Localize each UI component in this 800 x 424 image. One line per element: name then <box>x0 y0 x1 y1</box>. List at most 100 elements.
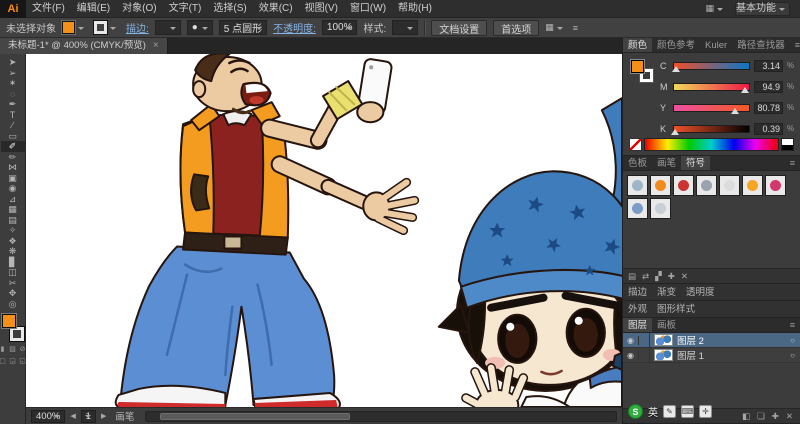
panel-tab[interactable]: 描边 <box>623 284 652 300</box>
document-tab[interactable]: 未标题-1* @ 400% (CMYK/预览) × <box>0 38 168 54</box>
control-menu-icon[interactable]: ≡ <box>573 23 578 33</box>
layer-target-icon[interactable]: ○ <box>785 351 800 360</box>
ime-toolbox-icon[interactable]: ✛ <box>699 405 712 418</box>
panel-tab[interactable]: 透明度 <box>681 284 720 300</box>
ime-logo-icon[interactable]: S <box>628 404 643 419</box>
panel-tab[interactable]: 画笔 <box>652 156 681 170</box>
panel-tab[interactable]: 图形样式 <box>652 301 700 317</box>
layer-row-2[interactable]: ◉ 图层 2 ○ <box>623 333 800 348</box>
selection-tool[interactable]: ➤ <box>1 57 25 68</box>
symbol-thumbnail[interactable] <box>673 175 694 196</box>
symbol-thumbnail[interactable] <box>742 175 763 196</box>
gradient-mode-icon[interactable]: ▨ <box>9 345 16 353</box>
visibility-eye-icon[interactable]: ◉ <box>623 335 639 345</box>
magenta-value-field[interactable]: 94.9 <box>754 80 783 93</box>
zoom-level-select[interactable]: 400% <box>31 409 66 423</box>
symbol-thumbnail[interactable] <box>650 198 671 219</box>
place-symbol-icon[interactable]: ⇄ <box>642 271 649 282</box>
panel-menu-icon[interactable]: ≡ <box>790 38 800 52</box>
new-layer-icon[interactable]: ✚ <box>772 411 779 422</box>
pencil-tool[interactable]: ✏ <box>1 152 25 163</box>
brush-definition-select[interactable]: 5 点圆形 <box>218 20 268 35</box>
yellow-slider[interactable] <box>673 103 750 114</box>
magenta-slider[interactable] <box>673 82 750 93</box>
style-select[interactable] <box>392 20 419 35</box>
preferences-button[interactable]: 首选项 <box>493 19 540 36</box>
symbol-thumbnail[interactable] <box>765 175 786 196</box>
panel-tab[interactable]: 路径查找器 <box>732 38 790 52</box>
line-segment-tool[interactable]: ∕ <box>1 120 25 131</box>
arrange-documents-icon[interactable]: ▦ <box>705 3 727 14</box>
blend-tool[interactable]: ❖ <box>1 236 25 247</box>
menu-item[interactable]: 选择(S) <box>207 0 252 17</box>
eyedropper-tool[interactable]: ✧ <box>1 225 25 236</box>
type-tool[interactable]: T <box>1 110 25 121</box>
shape-builder-tool[interactable]: ◉ <box>1 183 25 194</box>
menu-item[interactable]: 窗口(W) <box>344 0 392 17</box>
panel-tab[interactable]: 外观 <box>623 301 652 317</box>
panel-tab[interactable]: 图层 <box>623 318 653 332</box>
none-swatch[interactable] <box>629 138 642 151</box>
horizontal-scrollbar[interactable] <box>145 410 617 422</box>
delete-symbol-icon[interactable]: ✕ <box>681 271 688 282</box>
menu-item[interactable]: 文件(F) <box>26 0 71 17</box>
symbol-sprayer-tool[interactable]: ❋ <box>1 246 25 257</box>
yellow-value-field[interactable]: 80.78 <box>754 101 783 114</box>
brush-preview-select[interactable]: ● <box>186 20 213 35</box>
gradient-tool[interactable]: ▤ <box>1 215 25 226</box>
lock-toggle-cell[interactable] <box>639 348 650 362</box>
panel-tab[interactable]: 画板 <box>652 318 681 332</box>
free-transform-tool[interactable]: ▣ <box>1 173 25 184</box>
lock-toggle-cell[interactable] <box>639 333 650 347</box>
black-value-field[interactable]: 0.39 <box>754 122 783 135</box>
menu-item[interactable]: 对象(O) <box>116 0 162 17</box>
panel-tab[interactable]: 符号 <box>681 156 711 170</box>
symbol-library-icon[interactable]: ▤ <box>628 271 636 282</box>
delete-layer-icon[interactable]: ✕ <box>786 411 793 422</box>
symbol-thumbnail[interactable] <box>696 175 717 196</box>
black-slider[interactable] <box>670 124 750 135</box>
artboard-canvas[interactable] <box>26 54 622 407</box>
direct-selection-tool[interactable]: ➢ <box>1 68 25 79</box>
opacity-select[interactable]: 100% <box>321 20 358 35</box>
screen-mode-icon[interactable]: ◱ <box>19 357 26 365</box>
stroke-panel-link[interactable]: 描边: <box>126 20 149 35</box>
rectangle-tool[interactable]: ▭ <box>1 131 25 142</box>
workspace-switcher[interactable]: 基本功能 <box>735 1 790 16</box>
draw-normal-icon[interactable]: ▢ <box>0 357 6 365</box>
menu-item[interactable]: 效果(C) <box>253 0 299 17</box>
panel-menu-icon[interactable]: ≡ <box>785 318 800 332</box>
fill-stroke-proxy[interactable] <box>1 314 25 341</box>
mesh-tool[interactable]: ▦ <box>1 204 25 215</box>
symbol-thumbnail[interactable] <box>627 175 648 196</box>
visibility-eye-icon[interactable]: ◉ <box>623 350 639 360</box>
align-panel-icon[interactable]: ▦ <box>545 22 567 33</box>
fill-color-swatch[interactable] <box>1 314 16 328</box>
cyan-slider[interactable] <box>672 61 750 72</box>
prev-artboard-arrow[interactable]: ◀ <box>70 412 75 420</box>
paintbrush-tool[interactable]: ✐ <box>0 141 25 152</box>
document-setup-button[interactable]: 文档设置 <box>431 19 488 36</box>
new-symbol-icon[interactable]: ✚ <box>668 271 675 282</box>
layer-name[interactable]: 图层 2 <box>677 333 785 347</box>
none-mode-icon[interactable]: ⊘ <box>19 345 26 353</box>
artboard-tool[interactable]: ◫ <box>1 267 25 278</box>
layer-target-icon[interactable]: ○ <box>785 336 800 345</box>
symbol-thumbnail[interactable] <box>627 198 648 219</box>
ime-mode-indicator[interactable]: 英 <box>648 404 658 419</box>
width-tool[interactable]: ⋈ <box>1 162 25 173</box>
next-artboard-arrow[interactable]: ▶ <box>101 412 106 420</box>
menu-item[interactable]: 编辑(E) <box>71 0 116 17</box>
menu-item[interactable]: 文字(T) <box>163 0 208 17</box>
make-mask-icon[interactable]: ◧ <box>742 411 750 422</box>
panel-tab[interactable]: 色板 <box>623 156 652 170</box>
hand-tool[interactable]: ✥ <box>1 288 25 299</box>
column-graph-tool[interactable]: ▊ <box>1 257 25 268</box>
panel-tab[interactable]: 渐变 <box>652 284 681 300</box>
layer-row-1[interactable]: ◉ 图层 1 ○ <box>623 348 800 363</box>
lasso-tool[interactable]: ◌ <box>1 89 25 100</box>
break-link-icon[interactable]: ▞ <box>655 271 662 282</box>
slice-tool[interactable]: ✂ <box>1 278 25 289</box>
layer-name[interactable]: 图层 1 <box>677 348 785 362</box>
opacity-panel-link[interactable]: 不透明度: <box>273 20 316 35</box>
